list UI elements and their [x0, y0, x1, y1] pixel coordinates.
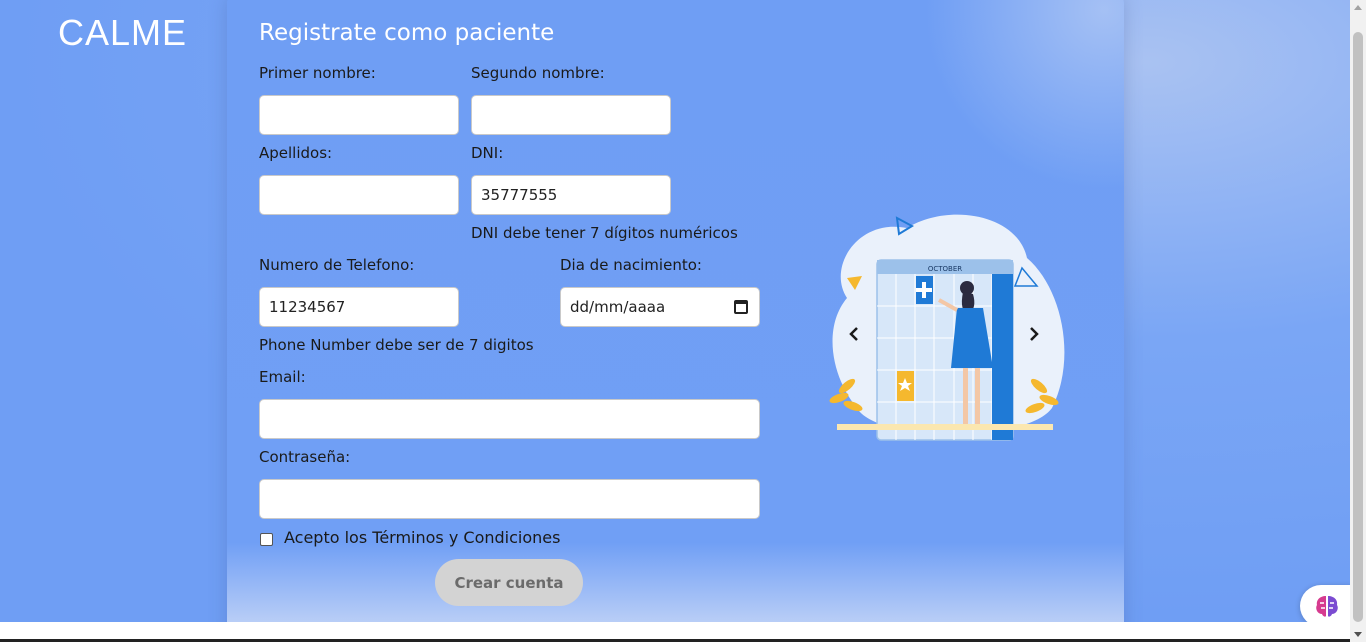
calendar-icon[interactable] [734, 300, 748, 314]
terms-checkbox[interactable] [260, 533, 273, 546]
first-name-label: Primer nombre: [259, 64, 376, 82]
scroll-up-arrow-icon[interactable] [1354, 5, 1362, 10]
scroll-down-arrow-icon[interactable] [1354, 632, 1362, 637]
calendar-month-text: OCTOBER [928, 265, 962, 273]
create-account-button[interactable]: Crear cuenta [435, 559, 583, 606]
phone-label: Numero de Telefono: [259, 256, 415, 274]
middle-name-label: Segundo nombre: [471, 64, 605, 82]
last-name-label: Apellidos: [259, 144, 333, 162]
password-input[interactable] [259, 479, 760, 519]
scrollbar-thumb[interactable] [1353, 32, 1363, 622]
middle-name-input[interactable] [471, 95, 671, 135]
birthdate-input[interactable]: dd/mm/aaaa [560, 287, 760, 327]
password-label: Contraseña: [259, 448, 351, 466]
phone-input[interactable] [259, 287, 459, 327]
brain-assistant-button[interactable] [1300, 585, 1352, 627]
first-name-input[interactable] [259, 95, 459, 135]
calendar-woman-illustration: OCTOBER [829, 214, 1065, 441]
register-card: Registrate como paciente Primer nombre: … [227, 0, 1124, 640]
birthdate-label: Dia de nacimiento: [560, 256, 702, 274]
brain-icon [1316, 596, 1338, 617]
dni-error-text: DNI debe tener 7 dígitos numéricos [471, 224, 738, 242]
phone-error-text: Phone Number debe ser de 7 digitos [259, 336, 534, 354]
terms-label[interactable]: Acepto los Términos y Condiciones [284, 528, 560, 547]
brand-logo[interactable]: CALME [58, 12, 187, 54]
form-title: Registrate como paciente [259, 20, 555, 46]
dni-label: DNI: [471, 144, 504, 162]
vertical-scrollbar[interactable] [1350, 0, 1366, 642]
last-name-input[interactable] [259, 175, 459, 215]
email-input[interactable] [259, 399, 760, 439]
email-label: Email: [259, 368, 306, 386]
birthdate-placeholder: dd/mm/aaaa [570, 298, 666, 316]
bottom-strip [0, 622, 1350, 642]
dni-input[interactable] [471, 175, 671, 215]
